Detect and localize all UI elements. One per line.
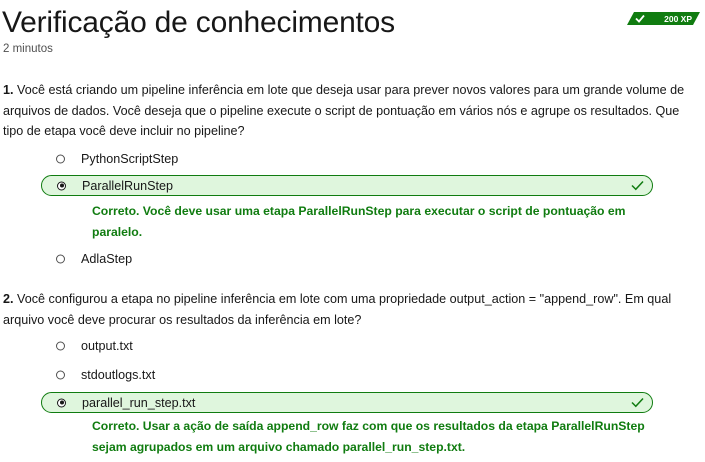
radio-button[interactable] xyxy=(56,341,65,350)
radio-button[interactable] xyxy=(56,154,65,163)
option-label: stdoutlogs.txt xyxy=(81,367,156,382)
radio-button-selected[interactable] xyxy=(57,181,66,190)
option-label: AdlaStep xyxy=(81,251,133,266)
checkmark-icon xyxy=(631,180,644,191)
duration-label: 2 minutos xyxy=(3,43,53,55)
question-number: 1. xyxy=(3,83,14,97)
check-icon xyxy=(635,14,645,23)
option-label: ParallelRunStep xyxy=(82,178,174,193)
option-adlastep[interactable]: AdlaStep xyxy=(41,248,653,269)
option-label: parallel_run_step.txt xyxy=(82,395,196,410)
xp-value: 200 XP xyxy=(664,13,692,24)
feedback-correct: Correto. Usar a ação de saída append_row… xyxy=(92,419,645,454)
question-1: 1. Você está criando um pipeline inferên… xyxy=(3,80,701,142)
option-pythonscriptstep[interactable]: PythonScriptStep xyxy=(41,148,653,169)
checkmark-icon xyxy=(631,397,644,408)
radio-button[interactable] xyxy=(56,370,65,379)
feedback-correct: Correto. Você deve usar uma etapa Parall… xyxy=(92,204,626,239)
option-stdoutlogs-txt[interactable]: stdoutlogs.txt xyxy=(41,364,653,385)
option-output-txt[interactable]: output.txt xyxy=(41,335,653,356)
question-number: 2. xyxy=(3,292,14,306)
page-title: Verificação de conhecimentos xyxy=(2,6,395,39)
question-2: 2. Você configurou a etapa no pipeline i… xyxy=(3,289,701,330)
xp-badge: 200 XP xyxy=(627,12,700,25)
option-label: output.txt xyxy=(81,338,133,353)
question-text: Você configurou a etapa no pipeline infe… xyxy=(3,292,672,327)
option-label: PythonScriptStep xyxy=(81,151,179,166)
question-text: Você está criando um pipeline inferência… xyxy=(3,83,685,138)
option-parallelrunstep[interactable]: ParallelRunStep xyxy=(41,175,653,196)
radio-button-selected[interactable] xyxy=(57,398,66,407)
option-parallel-run-step-txt[interactable]: parallel_run_step.txt xyxy=(41,392,653,413)
radio-button[interactable] xyxy=(56,254,65,263)
